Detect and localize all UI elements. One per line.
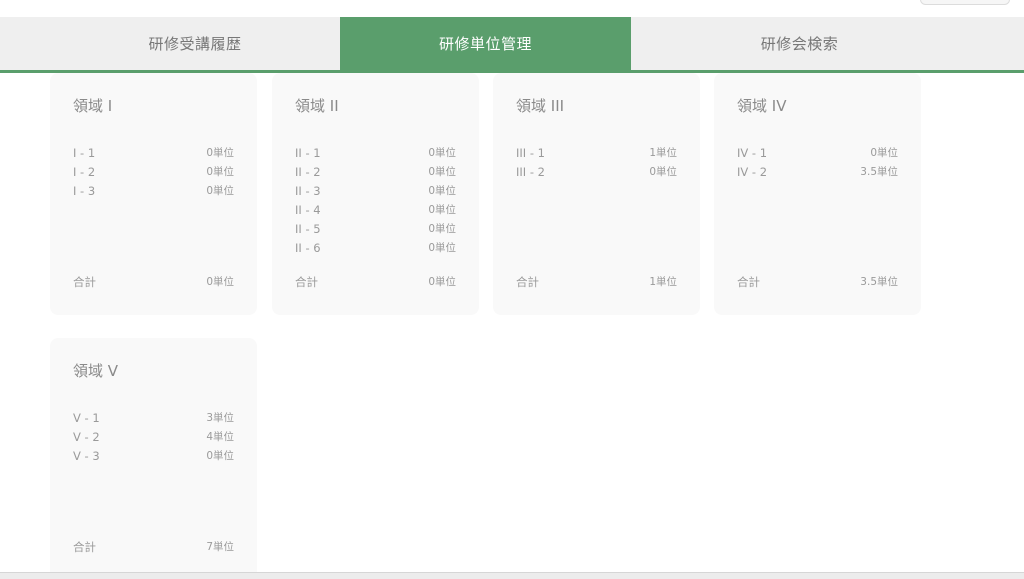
list-item: III - 2 0単位 xyxy=(516,163,677,182)
area-title: 領域 II xyxy=(295,97,339,115)
unit-value: 4単位 xyxy=(206,431,234,443)
unit-label: I - 3 xyxy=(73,184,96,198)
list-item: III - 1 1単位 xyxy=(516,144,677,163)
list-item: II - 3 0単位 xyxy=(295,182,456,201)
area-total: 合計 0単位 xyxy=(295,274,456,290)
area-total: 合計 7単位 xyxy=(73,539,234,555)
unit-list: IV - 1 0単位 IV - 2 3.5単位 xyxy=(737,144,898,182)
unit-label: II - 5 xyxy=(295,222,321,236)
unit-list: III - 1 1単位 III - 2 0単位 xyxy=(516,144,677,182)
unit-label: II - 3 xyxy=(295,184,321,198)
unit-label: II - 1 xyxy=(295,146,321,160)
total-label: 合計 xyxy=(73,540,96,554)
total-value: 0単位 xyxy=(206,276,234,288)
list-item: I - 3 0単位 xyxy=(73,182,234,201)
unit-value: 1単位 xyxy=(649,147,677,159)
list-item: V - 2 4単位 xyxy=(73,428,234,447)
unit-list: I - 1 0単位 I - 2 0単位 I - 3 0単位 xyxy=(73,144,234,201)
area-card-2: 領域 II II - 1 0単位 II - 2 0単位 II - 3 0単位 II -… xyxy=(272,73,479,315)
area-card-3: 領域 III III - 1 1単位 III - 2 0単位 合計 1単位 xyxy=(493,73,700,315)
unit-value: 0単位 xyxy=(428,185,456,197)
list-item: II - 6 0単位 xyxy=(295,239,456,258)
unit-list: V - 1 3単位 V - 2 4単位 V - 3 0単位 xyxy=(73,409,234,466)
unit-label: I - 2 xyxy=(73,165,96,179)
top-edge-button[interactable] xyxy=(920,0,1010,5)
unit-label: IV - 1 xyxy=(737,146,768,160)
unit-value: 0単位 xyxy=(428,242,456,254)
area-title: 領域 V xyxy=(73,362,119,380)
list-item: I - 1 0単位 xyxy=(73,144,234,163)
total-label: 合計 xyxy=(516,275,539,289)
unit-label: II - 2 xyxy=(295,165,321,179)
area-card-4: 領域 IV IV - 1 0単位 IV - 2 3.5単位 合計 3.5単位 xyxy=(714,73,921,315)
unit-value: 0単位 xyxy=(428,147,456,159)
unit-label: III - 1 xyxy=(516,146,545,160)
unit-value: 0単位 xyxy=(206,185,234,197)
unit-label: IV - 2 xyxy=(737,165,768,179)
tab-seminar-search[interactable]: 研修会検索 xyxy=(631,17,1024,70)
unit-label: II - 6 xyxy=(295,241,321,255)
unit-value: 0単位 xyxy=(206,147,234,159)
unit-label: V - 1 xyxy=(73,411,100,425)
unit-value: 0単位 xyxy=(206,166,234,178)
unit-value: 0単位 xyxy=(649,166,677,178)
area-title: 領域 I xyxy=(73,97,113,115)
area-total: 合計 1単位 xyxy=(516,274,677,290)
unit-list: II - 1 0単位 II - 2 0単位 II - 3 0単位 II - 4 0単位 … xyxy=(295,144,456,258)
area-title: 領域 IV xyxy=(737,97,787,115)
list-item: II - 1 0単位 xyxy=(295,144,456,163)
list-item: II - 4 0単位 xyxy=(295,201,456,220)
unit-value: 3.5単位 xyxy=(860,166,898,178)
total-value: 1単位 xyxy=(649,276,677,288)
total-value: 3.5単位 xyxy=(860,276,898,288)
total-label: 合計 xyxy=(295,275,318,289)
list-item: II - 2 0単位 xyxy=(295,163,456,182)
unit-label: V - 3 xyxy=(73,449,100,463)
total-value: 0単位 xyxy=(428,276,456,288)
unit-value: 0単位 xyxy=(428,223,456,235)
unit-value: 0単位 xyxy=(428,166,456,178)
unit-value: 0単位 xyxy=(206,450,234,462)
tab-unit-management[interactable]: 研修単位管理 xyxy=(340,17,631,70)
list-item: II - 5 0単位 xyxy=(295,220,456,239)
unit-label: II - 4 xyxy=(295,203,321,217)
area-card-5: 領域 V V - 1 3単位 V - 2 4単位 V - 3 0単位 合計 7単位 xyxy=(50,338,257,578)
total-label: 合計 xyxy=(737,275,760,289)
list-item: IV - 2 3.5単位 xyxy=(737,163,898,182)
list-item: IV - 1 0単位 xyxy=(737,144,898,163)
list-item: V - 1 3単位 xyxy=(73,409,234,428)
list-item: V - 3 0単位 xyxy=(73,447,234,466)
area-total: 合計 3.5単位 xyxy=(737,274,898,290)
unit-value: 0単位 xyxy=(870,147,898,159)
total-value: 7単位 xyxy=(206,541,234,553)
unit-label: III - 2 xyxy=(516,165,545,179)
area-total: 合計 0単位 xyxy=(73,274,234,290)
total-label: 合計 xyxy=(73,275,96,289)
unit-label: V - 2 xyxy=(73,430,100,444)
unit-value: 0単位 xyxy=(428,204,456,216)
unit-value: 3単位 xyxy=(206,412,234,424)
area-title: 領域 III xyxy=(516,97,565,115)
list-item: I - 2 0単位 xyxy=(73,163,234,182)
unit-label: I - 1 xyxy=(73,146,96,160)
tab-bar: 研修受講履歴 研修単位管理 研修会検索 xyxy=(0,17,1024,73)
area-card-1: 領域 I I - 1 0単位 I - 2 0単位 I - 3 0単位 合計 0単位 xyxy=(50,73,257,315)
tab-training-history[interactable]: 研修受講履歴 xyxy=(0,17,340,70)
